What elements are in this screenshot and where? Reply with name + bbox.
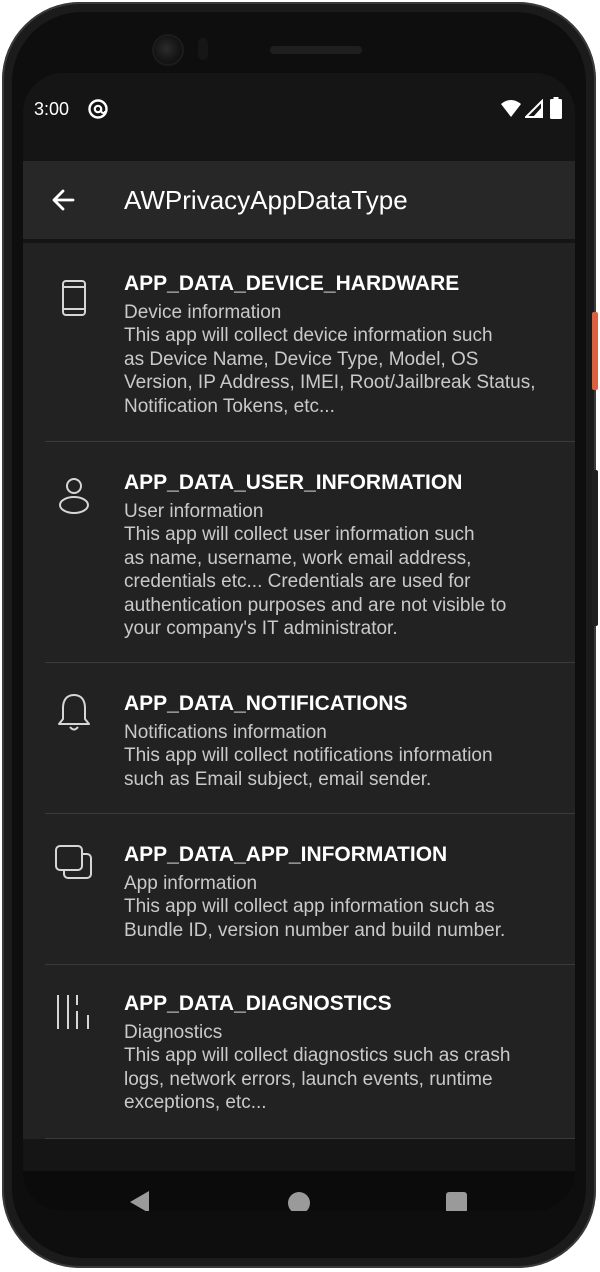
- list-item[interactable]: APP_DATA_DEVICE_HARDWARE Device informat…: [23, 243, 575, 442]
- arrow-left-icon[interactable]: [43, 179, 85, 221]
- power-button: [592, 312, 598, 390]
- item-title: APP_DATA_APP_INFORMATION: [124, 843, 448, 866]
- list-item[interactable]: APP_DATA_USER_INFORMATION User informati…: [23, 442, 575, 663]
- nav-home-icon[interactable]: [288, 1192, 310, 1211]
- front-camera: [154, 36, 182, 64]
- phone-device-icon: [62, 280, 86, 316]
- battery-icon: [550, 97, 562, 119]
- proximity-sensor: [198, 38, 208, 60]
- list-item[interactable]: APP_DATA_APP_INFORMATION App information…: [23, 814, 575, 965]
- status-bar: 3:00: [23, 73, 575, 161]
- item-description: This app will collect diagnostics such a…: [124, 1044, 564, 1115]
- description-line: This app will collect diagnostics such a…: [124, 1045, 511, 1066]
- item-description: This app will collect device information…: [124, 324, 564, 418]
- description-line: as name, username, work email address,: [124, 547, 472, 569]
- status-time: 3:00: [34, 99, 70, 119]
- item-title: APP_DATA_DIAGNOSTICS: [124, 992, 392, 1015]
- description-line: Notification Tokens, etc...: [124, 395, 335, 417]
- description-line: your company's IT administrator.: [124, 618, 398, 639]
- description-line: This app will collect device information…: [124, 325, 493, 346]
- item-subtitle: App information: [124, 873, 258, 894]
- description-line: This app will collect app information su…: [124, 896, 495, 917]
- copy-squares-icon: [55, 845, 92, 879]
- page-title: AWPrivacyAppDataType: [124, 185, 408, 215]
- description-line: such as Email subject, email sender.: [124, 768, 432, 790]
- data-type-list: APP_DATA_DEVICE_HARDWARE Device informat…: [23, 243, 575, 1139]
- item-title: APP_DATA_USER_INFORMATION: [124, 471, 463, 494]
- wifi-icon: [501, 100, 521, 117]
- list-item-text: APP_DATA_USER_INFORMATION User informati…: [124, 470, 564, 641]
- list-footer-space: [23, 1139, 575, 1171]
- user-icon: [59, 478, 89, 514]
- description-line: This app will collect user information s…: [124, 524, 475, 545]
- list-item[interactable]: APP_DATA_NOTIFICATIONS Notifications inf…: [23, 663, 575, 814]
- item-title: APP_DATA_NOTIFICATIONS: [124, 692, 408, 715]
- at-sign-icon: [88, 99, 108, 119]
- item-subtitle: Notifications information: [124, 722, 327, 743]
- list-item-text: APP_DATA_DEVICE_HARDWARE Device informat…: [124, 271, 564, 418]
- item-subtitle: Diagnostics: [124, 1022, 223, 1043]
- item-description: This app will collect notifications info…: [124, 744, 564, 791]
- item-description: This app will collect app information su…: [124, 895, 564, 942]
- description-line: Version, IP Address, IMEI, Root/Jailbrea…: [124, 372, 536, 393]
- item-description: This app will collect user information s…: [124, 523, 564, 641]
- list-item-text: APP_DATA_DIAGNOSTICS Diagnostics This ap…: [124, 991, 564, 1115]
- description-line: This app will collect notifications info…: [124, 745, 493, 766]
- signal-icon: [525, 99, 543, 118]
- description-line: exceptions, etc...: [124, 1092, 267, 1113]
- diagnostics-bars-icon: [57, 995, 89, 1029]
- earpiece-speaker: [270, 46, 362, 54]
- list-item-text: APP_DATA_APP_INFORMATION App information…: [124, 842, 564, 942]
- nav-recents-icon[interactable]: [446, 1192, 467, 1211]
- description-line: Bundle ID, version number and build numb…: [124, 919, 506, 941]
- bell-icon: [58, 694, 90, 731]
- list-item-text: APP_DATA_NOTIFICATIONS Notifications inf…: [124, 691, 564, 791]
- system-nav-bar: [23, 1171, 575, 1211]
- device-screen: 3:00 AWPrivacyAppDataType APP_DATA_DEVIC…: [23, 73, 575, 1211]
- volume-button: [592, 470, 598, 626]
- description-line: authentication purposes and are not visi…: [124, 594, 507, 616]
- description-line: logs, network errors, launch events, run…: [124, 1068, 493, 1090]
- item-subtitle: User information: [124, 501, 264, 522]
- app-toolbar: AWPrivacyAppDataType: [23, 161, 575, 239]
- nav-back-icon[interactable]: [127, 1189, 153, 1211]
- item-subtitle: Device information: [124, 302, 282, 323]
- list-item[interactable]: APP_DATA_DIAGNOSTICS Diagnostics This ap…: [23, 965, 575, 1139]
- item-title: APP_DATA_DEVICE_HARDWARE: [124, 272, 460, 295]
- description-line: as Device Name, Device Type, Model, OS: [124, 348, 479, 370]
- description-line: credentials etc... Credentials are used …: [124, 571, 471, 592]
